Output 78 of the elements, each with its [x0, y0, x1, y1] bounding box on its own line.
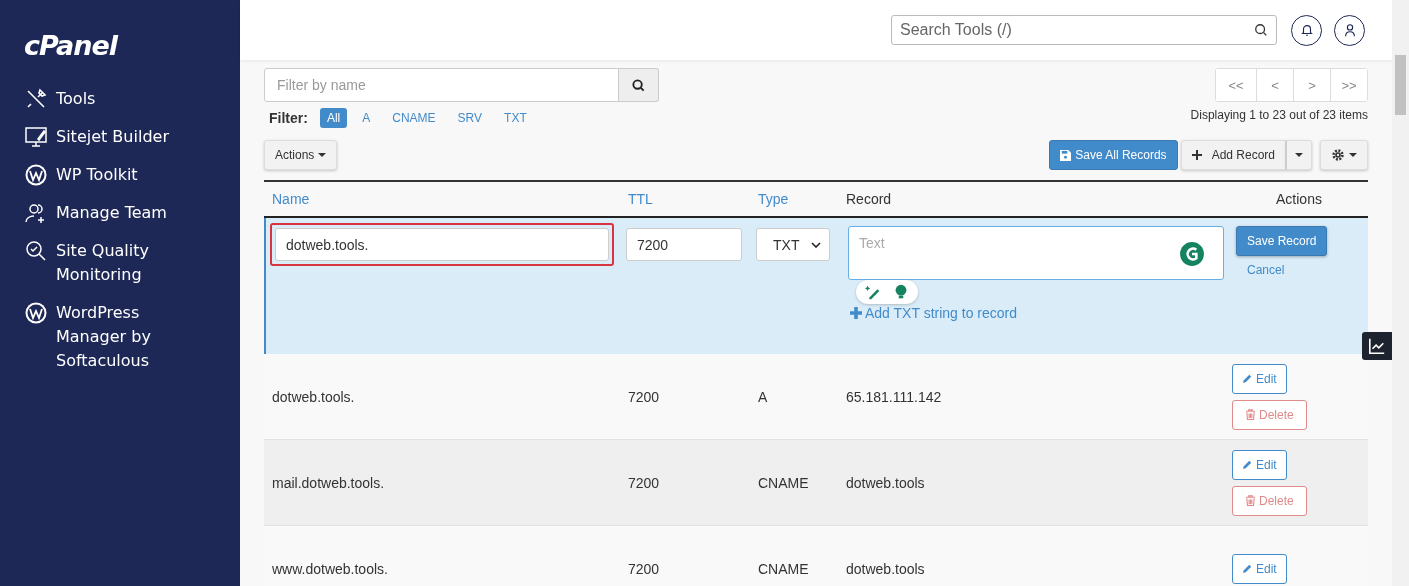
sidebar-item[interactable]: WP Toolkit — [24, 163, 194, 187]
pencil-icon — [1242, 373, 1253, 384]
pagination-button[interactable]: >> — [1330, 69, 1367, 101]
table-cell-text: dotweb.tools — [845, 560, 926, 577]
edit-button[interactable]: Edit — [1232, 363, 1287, 394]
add-record-button[interactable]: Add Record — [1180, 140, 1286, 170]
plus-icon — [850, 307, 862, 319]
table-cell-text: www.dotweb.tools. — [271, 560, 389, 577]
settings-button[interactable] — [1320, 140, 1368, 170]
user-icon — [1342, 23, 1357, 37]
table-cell-text: dotweb.tools — [845, 474, 926, 491]
search-field[interactable]: Search Tools (/) — [891, 15, 1277, 45]
column-header: Record — [845, 191, 893, 207]
column-header: Actions — [1275, 191, 1323, 207]
sidebar-item[interactable]: Manage Team — [24, 201, 194, 225]
trash-icon — [1245, 409, 1256, 420]
delete-button[interactable]: Delete — [1232, 399, 1307, 430]
column-header[interactable]: Type — [750, 191, 838, 207]
filter-label: Filter: — [269, 110, 308, 126]
items-summary: Displaying 1 to 23 out of 23 items — [1190, 108, 1368, 122]
table-cell-text: CNAME — [757, 474, 810, 491]
cancel-link[interactable]: Cancel — [1247, 263, 1285, 277]
save-all-button[interactable]: Save All Records — [1049, 140, 1178, 170]
record-textarea[interactable]: Text — [848, 226, 1224, 280]
filter-option[interactable]: All — [319, 108, 348, 128]
table-cell-text: CNAME — [757, 560, 810, 577]
pencil-icon — [1242, 563, 1253, 574]
edit-button[interactable]: Edit — [1232, 553, 1287, 584]
monitor-icon — [24, 125, 48, 149]
logo[interactable]: cPanel — [24, 30, 118, 61]
pencil-icon — [1242, 459, 1253, 470]
name-field[interactable]: dotweb.tools. — [275, 228, 609, 261]
dropdown-button[interactable] — [1286, 140, 1312, 170]
sidebar-item[interactable]: Sitejet Builder — [24, 125, 194, 149]
table-cell-text: 65.181.111.142 — [845, 388, 943, 405]
filter-option[interactable]: TXT — [497, 108, 534, 128]
sidebar-item[interactable]: WordPress Manager by Softaculous — [24, 301, 174, 373]
save-icon — [1060, 149, 1072, 161]
actions-button[interactable]: Actions — [264, 140, 338, 170]
save-record-button[interactable]: Save Record — [1236, 226, 1328, 256]
column-header[interactable]: Name — [264, 191, 620, 207]
magic-pencil-icon — [864, 283, 882, 301]
edit-button[interactable]: Edit — [1232, 449, 1287, 480]
user-button[interactable] — [1334, 14, 1365, 46]
wordpress-icon — [24, 163, 48, 187]
ttl-field[interactable]: 7200 — [626, 228, 742, 261]
add-txt-string-link[interactable]: Add TXT string to record — [850, 305, 1017, 321]
stats-button[interactable] — [1362, 332, 1392, 360]
sidebar-item[interactable]: Site Quality Monitoring — [24, 239, 194, 287]
filter-option[interactable]: A — [355, 108, 378, 128]
plus-icon — [1191, 150, 1202, 160]
table-cell-text: 7200 — [627, 388, 661, 405]
gear-icon — [1331, 148, 1345, 162]
table-cell-text: 7200 — [627, 474, 661, 491]
delete-button[interactable]: Delete — [1232, 485, 1307, 516]
filter-option[interactable]: CNAME — [385, 108, 443, 128]
trend-chart-icon — [1368, 337, 1386, 355]
sidebar-item[interactable]: Tools — [24, 87, 194, 111]
filter-field[interactable]: Filter by name — [264, 68, 619, 102]
search-icon — [1254, 23, 1268, 37]
table-cell-text: 7200 — [627, 560, 661, 577]
search-button[interactable] — [619, 68, 659, 102]
search-icon — [631, 77, 646, 93]
notifications-button[interactable] — [1291, 14, 1322, 46]
trash-icon — [1245, 495, 1256, 506]
table-cell-text: mail.dotweb.tools. — [271, 474, 386, 491]
grammar-assistant-icon[interactable] — [1179, 241, 1205, 267]
search-icon — [24, 239, 48, 263]
bell-icon — [1299, 23, 1314, 37]
wordpress-icon — [24, 301, 48, 325]
type-select[interactable]: TXT — [756, 228, 830, 261]
scrollbar[interactable] — [1392, 0, 1409, 586]
filter-option[interactable]: SRV — [450, 108, 490, 128]
chevron-icon — [811, 241, 821, 248]
table-cell-text: A — [757, 388, 769, 405]
column-header[interactable]: TTL — [620, 191, 750, 207]
writing-assistant-toolbar[interactable] — [856, 280, 918, 304]
table-cell-text: dotweb.tools. — [271, 388, 356, 405]
